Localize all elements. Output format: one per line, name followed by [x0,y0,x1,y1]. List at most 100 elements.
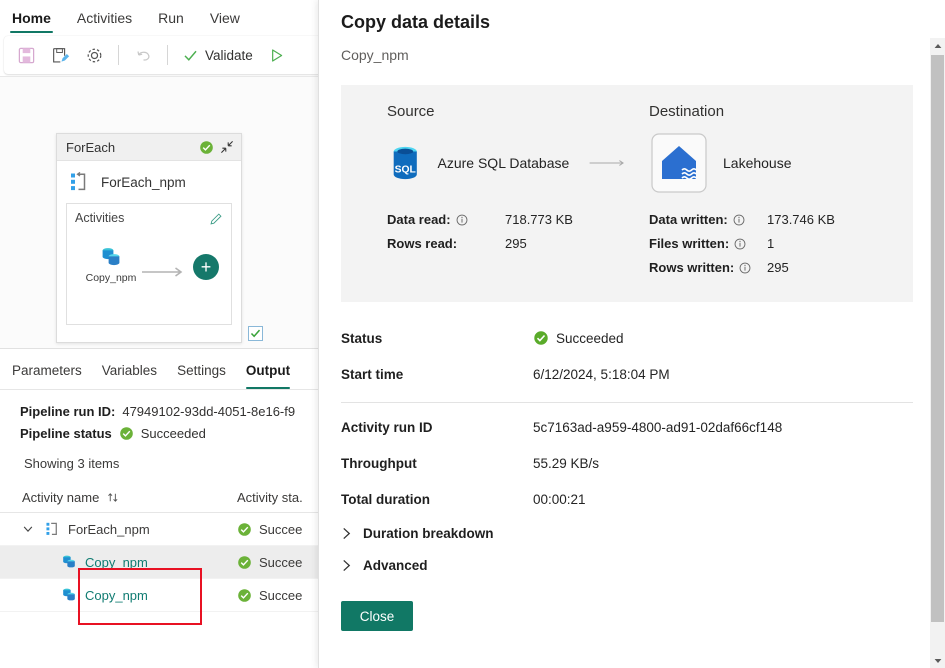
output-pane: Parameters Variables Settings Output Pip… [0,349,318,668]
save-as-button[interactable] [44,40,76,70]
success-check-icon [237,522,252,537]
expand-chevron-icon[interactable] [22,523,38,535]
pipeline-run-id-label: Pipeline run ID: [20,404,115,419]
info-icon[interactable] [456,214,468,226]
source-block: Source SQL Azure SQL Database [341,103,627,194]
cell-activity-status: Succee [237,522,302,537]
showing-items-count: Showing 3 items [0,448,318,471]
detail-value-total-duration: 00:00:21 [533,492,586,507]
ribbon-tab-home[interactable]: Home [10,10,53,33]
expander-duration-breakdown[interactable]: Duration breakdown [341,517,913,549]
activity-status-text: Succee [259,555,302,570]
chevron-right-icon [341,527,352,540]
ribbon-toolbar: Validate [4,36,318,74]
copy-data-icon [60,554,78,571]
column-header-activity-name[interactable]: Activity name [22,490,237,505]
info-icon[interactable] [734,238,746,250]
cell-activity-status: Succee [237,588,302,603]
detail-value-start-time: 6/12/2024, 5:18:04 PM [533,367,670,382]
destination-name: Lakehouse [723,155,792,171]
app-root: Home Activities Run View [0,0,945,668]
column-header-activity-status[interactable]: Activity sta. [237,490,303,505]
copy-activity-node[interactable]: Copy_npm [83,246,139,284]
copy-activity-node-label: Copy_npm [86,272,137,284]
canvas-checkbox[interactable] [248,326,263,341]
activity-name-link[interactable]: Copy_npm [85,588,148,603]
run-button[interactable] [261,40,293,70]
copy-data-icon [98,246,124,270]
save-button[interactable] [10,40,42,70]
tab-parameters[interactable]: Parameters [12,363,82,389]
detail-key-status: Status [341,331,533,346]
panel-scrollbar[interactable] [930,38,945,668]
source-heading: Source [387,103,627,120]
stats-destination-column: Data written: 173.746 KB [627,212,913,284]
tab-settings[interactable]: Settings [177,363,226,389]
scroll-up-button[interactable] [930,38,945,53]
table-row[interactable]: ForEach_npm Succee [0,513,318,546]
pipeline-canvas[interactable]: ForEach [0,77,318,349]
save-icon [17,46,36,65]
collapse-diagonal-icon[interactable] [219,139,235,155]
flow-arrow-icon [589,157,627,169]
foreach-node-row: ForEach_npm [57,161,241,199]
sort-arrows-icon[interactable] [107,491,120,504]
activity-status-text: Succee [259,588,302,603]
stat-files-written: Files written: 1 [649,236,913,251]
detail-row-throughput: Throughput 55.29 KB/s [341,445,913,481]
foreach-activity-card[interactable]: ForEach [56,133,242,343]
info-icon[interactable] [739,262,751,274]
destination-block: Destination Lakeho [627,103,913,194]
scroll-down-button[interactable] [930,653,945,668]
scrollbar-thumb[interactable] [931,55,944,622]
ribbon-tab-run[interactable]: Run [156,10,186,33]
pipeline-status-row: Pipeline status Succeeded [20,426,318,441]
pipeline-run-id-row: Pipeline run ID: 47949102-93dd-4051-8e16… [20,404,318,419]
success-check-icon [237,588,252,603]
foreach-loop-icon [69,171,91,193]
stat-rows-written: Rows written: 295 [649,260,913,275]
stat-rows-read: Rows read: 295 [387,236,627,251]
activities-container: Activities Copy_npm [66,203,232,325]
table-row[interactable]: Copy_npm Succee [0,546,318,579]
stat-data-written: Data written: 173.746 KB [649,212,913,227]
detail-key-activity-run-id: Activity run ID [341,420,533,435]
detail-value-status: Succeeded [533,330,624,346]
gear-icon [85,46,104,65]
table-row[interactable]: Copy_npm Succee [0,579,318,612]
expander-duration-breakdown-label: Duration breakdown [363,526,494,541]
azure-sql-database-icon: SQL [387,132,424,194]
settings-button[interactable] [78,40,110,70]
run-icon [268,47,285,64]
flow-arrow-icon [141,266,187,278]
detail-status-text: Succeeded [556,331,624,346]
close-button[interactable]: Close [341,601,413,631]
activity-name-text: ForEach_npm [68,522,150,537]
ribbon-tab-activities[interactable]: Activities [75,10,134,33]
detail-key-start-time: Start time [341,367,533,382]
tab-output[interactable]: Output [246,363,290,389]
pipeline-run-info: Pipeline run ID: 47949102-93dd-4051-8e16… [0,390,318,441]
save-as-icon [51,46,70,65]
details-divider [341,402,913,403]
undo-button[interactable] [127,40,159,70]
success-check-icon [237,555,252,570]
success-check-icon [199,140,214,155]
expander-advanced[interactable]: Advanced [341,549,913,581]
tab-variables[interactable]: Variables [102,363,157,389]
info-icon[interactable] [733,214,745,226]
validate-button[interactable]: Validate [176,40,259,70]
stat-data-read-value: 718.773 KB [505,212,573,227]
activity-status-text: Succee [259,522,302,537]
check-icon [250,328,261,339]
stat-rows-written-value: 295 [767,260,789,275]
stats-source-column: Data read: 718.773 KB Rows read: [341,212,627,284]
lakehouse-icon [649,132,709,194]
stat-data-written-label: Data written: [649,212,767,227]
add-activity-button[interactable]: + [193,254,219,280]
pencil-icon[interactable] [209,212,223,226]
detail-row-activity-run-id: Activity run ID 5c7163ad-a959-4800-ad91-… [341,409,913,445]
activity-name-link[interactable]: Copy_npm [85,555,148,570]
ribbon-tab-view[interactable]: View [208,10,242,33]
output-pane-tabs: Parameters Variables Settings Output [0,349,318,390]
